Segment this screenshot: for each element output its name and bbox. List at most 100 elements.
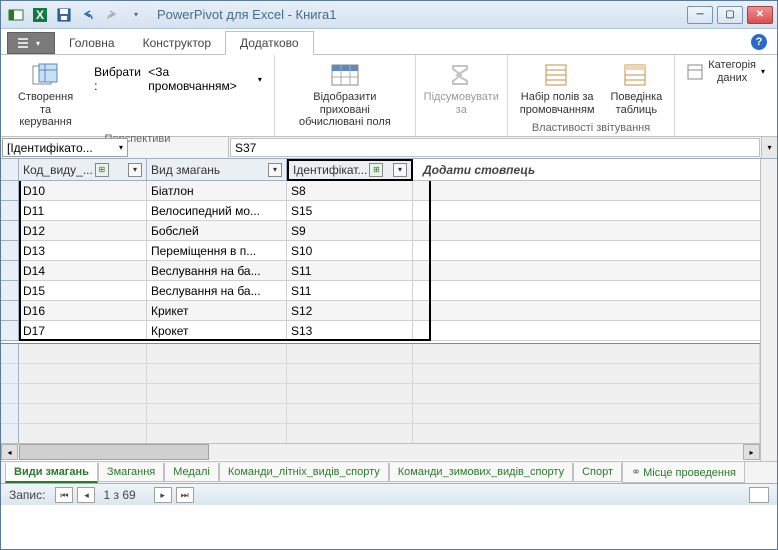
- cell[interactable]: D17: [19, 321, 147, 341]
- add-column[interactable]: Додати стовпець: [413, 159, 760, 181]
- data-grid: Код_виду_...⊞▾ Вид змагань▾ Ідентифікат.…: [1, 159, 777, 461]
- table-row[interactable]: D16КрикетS12: [1, 301, 760, 321]
- cell[interactable]: Бобслей: [147, 221, 287, 241]
- create-manage-button[interactable]: Створення та керування: [9, 59, 82, 131]
- file-tab[interactable]: ▾: [7, 32, 55, 54]
- cell[interactable]: Переміщення в п...: [147, 241, 287, 261]
- cell[interactable]: S12: [287, 301, 413, 321]
- app-icon[interactable]: [5, 5, 27, 25]
- svg-text:X: X: [36, 8, 44, 22]
- summarize-button[interactable]: Підсумовувати за: [420, 59, 503, 118]
- sheet-tab[interactable]: Спорт: [573, 463, 622, 482]
- fields-icon: [541, 61, 573, 89]
- last-record-button[interactable]: ⏭: [176, 487, 194, 503]
- horizontal-scrollbar[interactable]: ◂▸: [1, 443, 760, 460]
- cell[interactable]: D16: [19, 301, 147, 321]
- calculation-area: [1, 343, 760, 443]
- category-icon: [687, 63, 703, 81]
- cell[interactable]: S15: [287, 201, 413, 221]
- column-header-1[interactable]: Вид змагань▾: [147, 159, 287, 181]
- cell[interactable]: S8: [287, 181, 413, 201]
- name-box[interactable]: [Ідентифікато...▾: [2, 138, 128, 157]
- menu-icon: [16, 36, 30, 50]
- next-record-button[interactable]: ▸: [154, 487, 172, 503]
- first-record-button[interactable]: ⏮: [55, 487, 73, 503]
- redo-icon[interactable]: [101, 5, 123, 25]
- cell[interactable]: D12: [19, 221, 147, 241]
- cell[interactable]: Крокет: [147, 321, 287, 341]
- vertical-scrollbar[interactable]: [760, 159, 777, 461]
- ribbon-tabs: ▾ Головна Конструктор Додатково ?: [1, 29, 777, 55]
- ribbon-group-perspectives: Створення та керування Вибрати : <За про…: [1, 55, 275, 136]
- table-row[interactable]: D15Веслування на ба...S11: [1, 281, 760, 301]
- cell[interactable]: Біатлон: [147, 181, 287, 201]
- tab-design[interactable]: Конструктор: [129, 32, 225, 54]
- cell[interactable]: D15: [19, 281, 147, 301]
- formula-expand-icon[interactable]: ▾: [761, 137, 777, 158]
- ribbon-group-summarize: Підсумовувати за: [416, 55, 508, 136]
- formula-input[interactable]: S37: [230, 138, 760, 157]
- sheet-tab[interactable]: Змагання: [98, 463, 164, 482]
- cell[interactable]: S9: [287, 221, 413, 241]
- sheet-tab[interactable]: ⚭Місце проведення: [622, 462, 745, 483]
- table-row[interactable]: D17КрокетS13: [1, 321, 760, 341]
- relation-icon[interactable]: ⊞: [369, 163, 383, 177]
- cell[interactable]: Веслування на ба...: [147, 281, 287, 301]
- filter-icon[interactable]: ▾: [128, 163, 142, 177]
- table-row[interactable]: D12БобслейS9: [1, 221, 760, 241]
- help-icon[interactable]: ?: [751, 34, 767, 50]
- sheet-tabs: Види змаганьЗмаганняМедаліКоманди_літніх…: [1, 461, 777, 483]
- filter-icon[interactable]: ▾: [393, 163, 407, 177]
- view-mode-button[interactable]: [749, 487, 769, 503]
- filter-icon[interactable]: ▾: [268, 163, 282, 177]
- excel-icon[interactable]: X: [29, 5, 51, 25]
- table-row[interactable]: D14Веслування на ба...S11: [1, 261, 760, 281]
- undo-icon[interactable]: [77, 5, 99, 25]
- cell[interactable]: D11: [19, 201, 147, 221]
- cell[interactable]: S10: [287, 241, 413, 261]
- record-label: Запис:: [9, 488, 45, 502]
- cell[interactable]: D10: [19, 181, 147, 201]
- formula-bar: [Ідентифікато...▾ S37 ▾: [1, 137, 777, 159]
- ribbon-group-hidden-fields: Відобразити приховані обчислювані поля: [275, 55, 416, 136]
- window-controls: ─ ▢ ✕: [687, 6, 773, 24]
- perspectives-icon: [30, 61, 62, 89]
- statusbar: Запис: ⏮ ◂ 1 з 69 ▸ ⏭: [1, 483, 777, 505]
- table-row[interactable]: D10БіатлонS8: [1, 181, 760, 201]
- sheet-tab[interactable]: Команди_літніх_видів_спорту: [219, 463, 389, 482]
- cell[interactable]: Веслування на ба...: [147, 261, 287, 281]
- column-header-0[interactable]: Код_виду_...⊞▾: [19, 159, 147, 181]
- cell[interactable]: D14: [19, 261, 147, 281]
- cell[interactable]: D13: [19, 241, 147, 261]
- behavior-icon: [620, 61, 652, 89]
- select-perspective-dropdown[interactable]: Вибрати : <За промовчанням> ▾: [90, 63, 266, 95]
- sheet-tab[interactable]: Команди_зимових_видів_спорту: [389, 463, 573, 482]
- qat-customize-icon[interactable]: ▾: [125, 5, 147, 25]
- quick-access-toolbar: X ▾: [5, 5, 147, 25]
- minimize-button[interactable]: ─: [687, 6, 713, 24]
- tab-home[interactable]: Головна: [55, 32, 129, 54]
- sheet-tab[interactable]: Види змагань: [5, 463, 98, 483]
- tab-advanced[interactable]: Додатково: [225, 31, 314, 55]
- cell[interactable]: S11: [287, 261, 413, 281]
- cell[interactable]: Крикет: [147, 301, 287, 321]
- column-header-2[interactable]: Ідентифікат...⊞▾: [287, 159, 413, 181]
- table-row[interactable]: D13Переміщення в п...S10: [1, 241, 760, 261]
- close-button[interactable]: ✕: [747, 6, 773, 24]
- relation-icon[interactable]: ⊞: [95, 163, 109, 177]
- sigma-icon: [445, 61, 477, 89]
- maximize-button[interactable]: ▢: [717, 6, 743, 24]
- show-hidden-button[interactable]: Відобразити приховані обчислювані поля: [283, 59, 407, 131]
- default-fields-button[interactable]: Набір полів за промовчанням: [516, 59, 599, 118]
- table-row[interactable]: D11Велосипедний мо...S15: [1, 201, 760, 221]
- cell[interactable]: S11: [287, 281, 413, 301]
- cell[interactable]: S13: [287, 321, 413, 341]
- sheet-tab[interactable]: Медалі: [164, 463, 219, 482]
- prev-record-button[interactable]: ◂: [77, 487, 95, 503]
- table-behavior-button[interactable]: Поведінка таблиць: [607, 59, 667, 118]
- data-category-dropdown[interactable]: Категорія даних ▾: [683, 57, 769, 86]
- titlebar: X ▾ PowerPivot для Excel - Книга1 ─ ▢ ✕: [1, 1, 777, 29]
- cell[interactable]: Велосипедний мо...: [147, 201, 287, 221]
- save-icon[interactable]: [53, 5, 75, 25]
- select-all-corner[interactable]: [1, 159, 19, 181]
